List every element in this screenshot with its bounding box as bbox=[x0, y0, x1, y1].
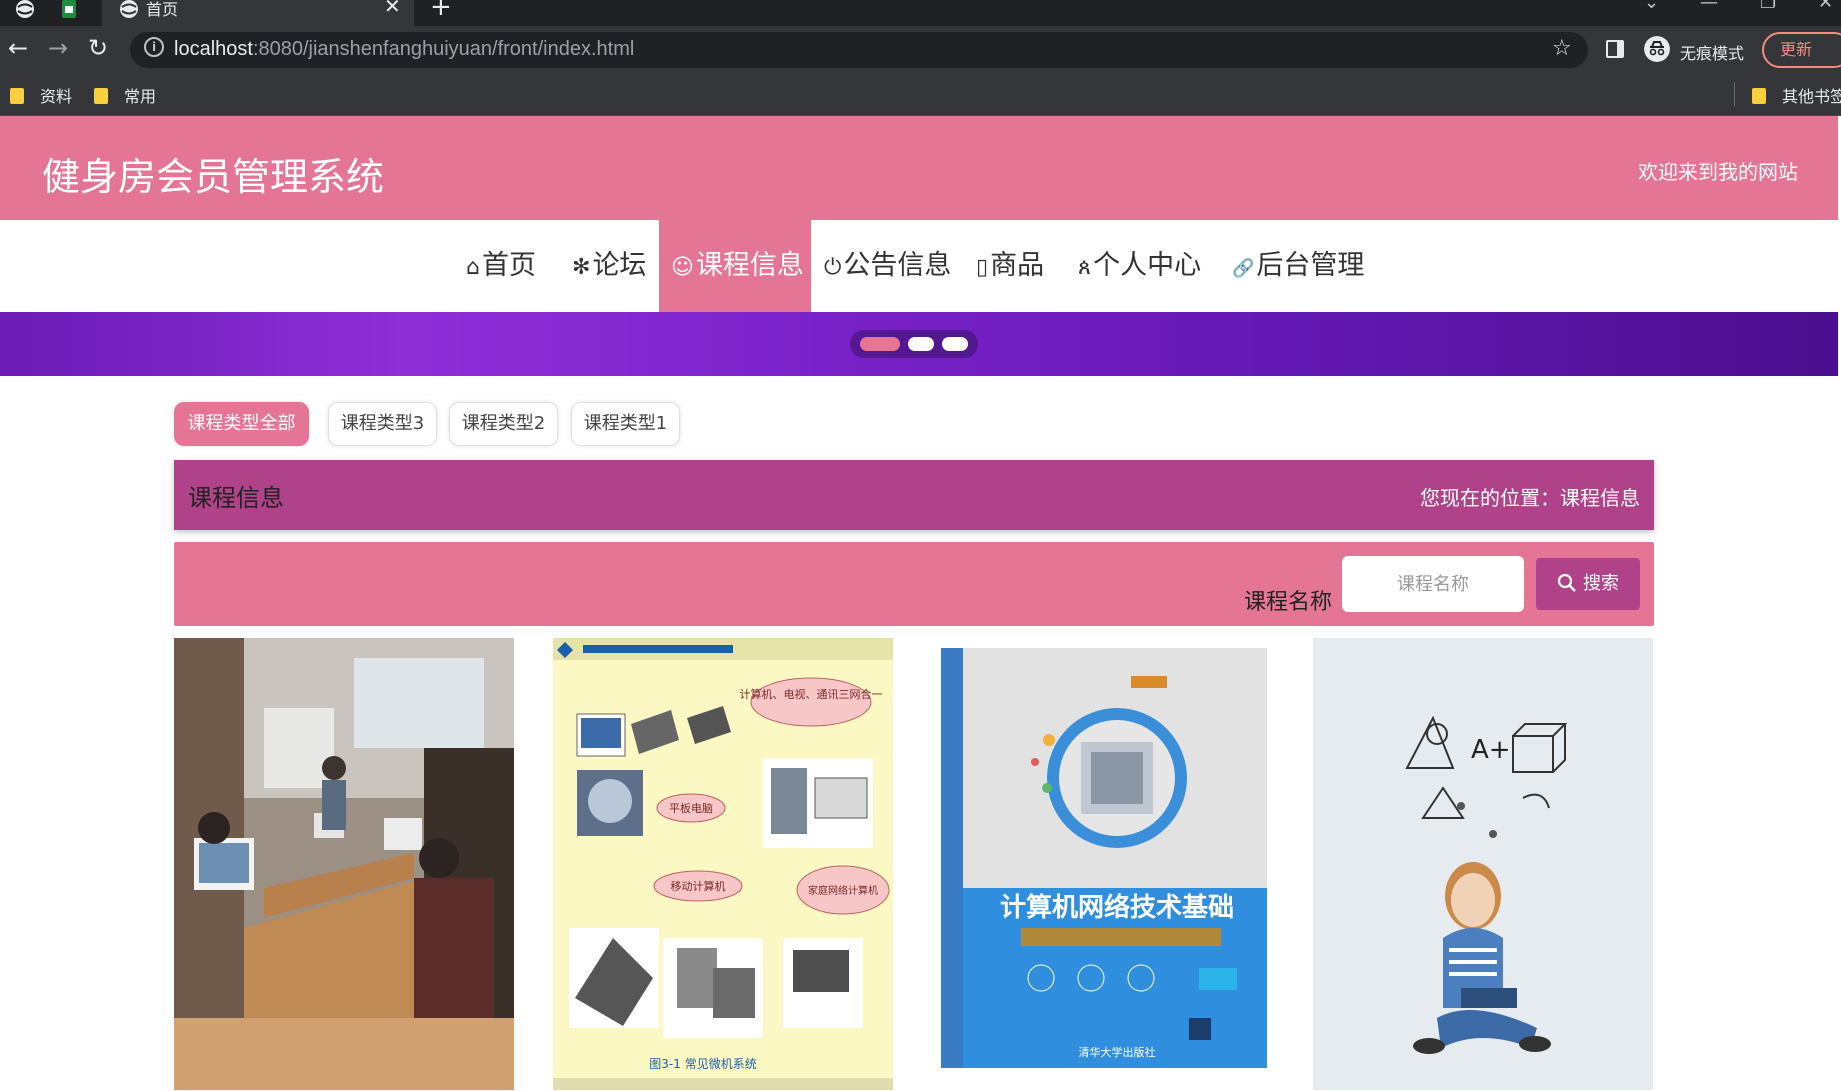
main-nav: ⌂首页 ✻论坛 ☺课程信息 ⏻公告信息 ▯商品 ጰ个人中心 🔗后台管理 bbox=[0, 220, 1838, 312]
nav-item-forum[interactable]: ✻论坛 bbox=[572, 220, 646, 312]
sheets-icon[interactable] bbox=[58, 0, 80, 20]
incognito-icon bbox=[1644, 36, 1670, 62]
nav-item-profile[interactable]: ጰ个人中心 bbox=[1078, 220, 1201, 312]
diagram-caption: 图3-1 常见微机系统 bbox=[649, 1057, 756, 1071]
nav-item-announcements[interactable]: ⏻公告信息 bbox=[824, 220, 951, 312]
bookmarks-bar bbox=[0, 74, 1841, 116]
welcome-text: 欢迎来到我的网站 bbox=[1638, 160, 1798, 184]
filter-type-1[interactable]: 课程类型1 bbox=[571, 402, 680, 446]
search-label: 课程名称 bbox=[1244, 590, 1333, 615]
formula-text: A+ bbox=[1471, 735, 1511, 765]
reload-icon[interactable]: ↻ bbox=[88, 34, 108, 62]
bookmark-separator bbox=[1734, 82, 1735, 106]
section-header: 课程信息 您现在的位置：课程信息 bbox=[174, 460, 1654, 530]
course-icon: ☺ bbox=[671, 255, 694, 280]
restore-icon[interactable]: ❐ bbox=[1760, 0, 1776, 13]
globe-icon[interactable] bbox=[14, 0, 36, 20]
network-textbook-cover: 计算机网络技术基础 清华大学出版社 bbox=[931, 638, 1271, 1090]
tab-search-icon[interactable]: ⌄ bbox=[1644, 0, 1659, 13]
bookmark-folder-1[interactable]: 资料 bbox=[10, 83, 72, 107]
home-icon: ⌂ bbox=[466, 255, 480, 280]
section-title: 课程信息 bbox=[188, 484, 284, 512]
site-header: 健身房会员管理系统 欢迎来到我的网站 bbox=[0, 116, 1838, 220]
carousel-dot-3[interactable] bbox=[942, 337, 968, 351]
product-icon: ▯ bbox=[976, 255, 989, 280]
forward-icon[interactable]: → bbox=[48, 34, 68, 62]
bubble-text-4: 家庭网络计算机 bbox=[808, 884, 878, 897]
tab-title: 首页 bbox=[146, 0, 179, 19]
update-button[interactable]: 更新 bbox=[1762, 32, 1841, 68]
site-info-icon[interactable]: i bbox=[144, 37, 164, 57]
folder-icon bbox=[94, 88, 108, 104]
nav-item-home[interactable]: ⌂首页 bbox=[466, 220, 536, 312]
search-input[interactable] bbox=[1342, 556, 1524, 612]
back-icon[interactable]: ← bbox=[8, 34, 28, 62]
course-card-4[interactable]: A+ bbox=[1313, 638, 1653, 1090]
bubble-text-1: 计算机、电视、通讯三网合一 bbox=[740, 687, 883, 701]
carousel-dot-2[interactable] bbox=[908, 337, 934, 351]
filter-all-types[interactable]: 课程类型全部 bbox=[174, 402, 309, 446]
window-close-icon[interactable]: ✕ bbox=[1818, 0, 1833, 13]
classroom-photo bbox=[174, 638, 514, 1090]
site-title: 健身房会员管理系统 bbox=[42, 155, 385, 199]
nav-item-admin[interactable]: 🔗后台管理 bbox=[1232, 220, 1364, 312]
filter-type-3[interactable]: 课程类型3 bbox=[328, 402, 437, 446]
course-card-1[interactable] bbox=[174, 638, 514, 1090]
other-bookmarks[interactable]: 其他书签 bbox=[1752, 83, 1841, 107]
course-card-2[interactable]: 计算机、电视、通讯三网合一 平板电脑 移动计算机 家庭网络计算机 图3-1 常见… bbox=[553, 638, 893, 1090]
filter-type-2[interactable]: 课程类型2 bbox=[449, 402, 558, 446]
nav-item-products[interactable]: ▯商品 bbox=[976, 220, 1044, 312]
bubble-text-3: 移动计算机 bbox=[671, 879, 726, 893]
carousel-dot-1[interactable] bbox=[860, 337, 900, 351]
breadcrumb: 您现在的位置：课程信息 bbox=[1420, 486, 1640, 510]
course-card-3[interactable]: 计算机网络技术基础 清华大学出版社 bbox=[931, 638, 1271, 1090]
computer-types-diagram: 计算机、电视、通讯三网合一 平板电脑 移动计算机 家庭网络计算机 图3-1 常见… bbox=[553, 638, 893, 1090]
tab-globe-icon bbox=[120, 0, 138, 18]
cover-publisher: 清华大学出版社 bbox=[1079, 1045, 1156, 1059]
link-icon: 🔗 bbox=[1232, 258, 1255, 279]
bubble-text-2: 平板电脑 bbox=[669, 801, 713, 815]
cover-title: 计算机网络技术基础 bbox=[1000, 892, 1234, 923]
search-button[interactable]: 搜索 bbox=[1536, 558, 1640, 610]
new-tab-icon[interactable]: + bbox=[430, 0, 452, 22]
minimize-icon[interactable]: — bbox=[1700, 0, 1718, 13]
tab-close-icon[interactable]: ✕ bbox=[384, 0, 401, 18]
bookmark-folder-2[interactable]: 常用 bbox=[94, 83, 156, 107]
search-icon bbox=[1557, 573, 1576, 592]
student-reading-photo: A+ bbox=[1313, 638, 1653, 1090]
folder-icon bbox=[10, 88, 24, 104]
bookmark-star-icon[interactable]: ☆ bbox=[1552, 36, 1572, 61]
power-icon: ⏻ bbox=[824, 255, 842, 280]
user-icon: ጰ bbox=[1078, 255, 1092, 280]
nav-item-courses[interactable]: ☺课程信息 bbox=[659, 220, 811, 312]
forum-icon: ✻ bbox=[572, 255, 591, 280]
url-text[interactable]: localhost:8080/jianshenfanghuiyuan/front… bbox=[174, 38, 634, 61]
folder-icon bbox=[1752, 88, 1766, 104]
side-panel-icon[interactable] bbox=[1606, 40, 1624, 58]
incognito-label: 无痕模式 bbox=[1680, 44, 1745, 63]
